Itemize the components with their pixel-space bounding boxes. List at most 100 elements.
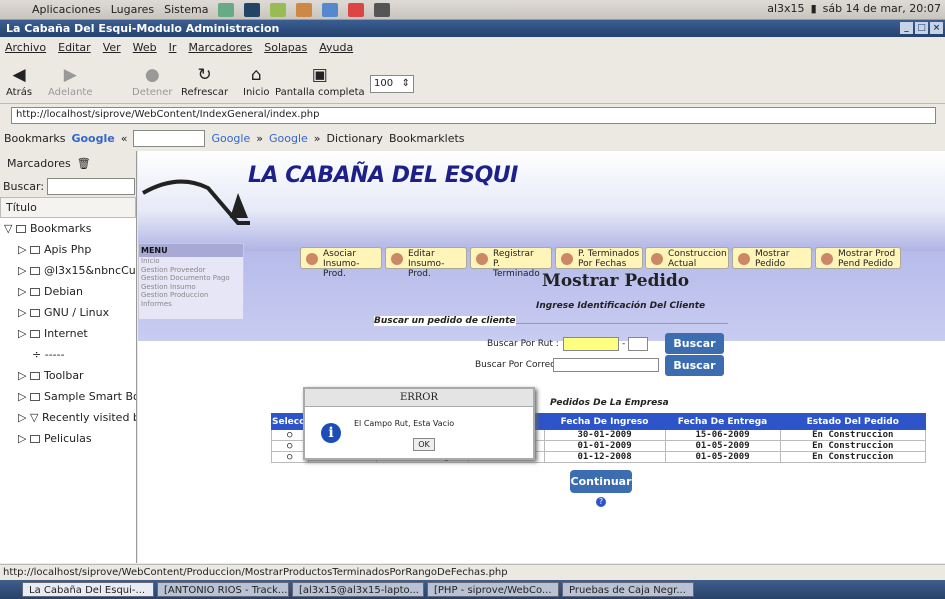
menu-marcadores[interactable]: Marcadores [188,41,252,54]
launcher-icon[interactable] [218,2,235,17]
launcher-icon[interactable] [374,2,391,17]
tree-item[interactable]: ▷ @l3x15&nbncCu3 [0,260,136,281]
site-menu-header: MENU [139,244,243,257]
sidebar-search-input[interactable] [47,177,136,195]
nav-terminados-button[interactable]: P. Terminados Por Fechas [555,247,643,269]
error-dialog: ERROR i El Campo Rut, Esta Vacio OK [303,387,535,460]
panel-menu-applications[interactable]: Aplicaciones [32,3,101,16]
menu-ayuda[interactable]: Ayuda [319,41,353,54]
tree-item[interactable]: ▷ Peliculas [0,428,136,449]
maximize-icon[interactable]: □ [915,22,928,34]
menu-web[interactable]: Web [133,41,157,54]
taskbar-item[interactable]: La Cabaña Del Esqui-... [22,582,154,597]
rut-dv-input[interactable] [628,337,648,351]
nav-icon [651,253,663,265]
folder-icon [29,309,40,317]
site-menu-item[interactable]: Gestion Proveedor [139,266,243,275]
panel-user: al3x15 [767,2,805,15]
bookmarks-chevron[interactable]: « [121,132,128,145]
taskbar-item[interactable]: [PHP - siprove/WebCo... [427,582,559,597]
site-menu-item[interactable]: Inicio [139,257,243,266]
navigation-toolbar: ◀ Atrás ▶ Adelante ● Detener ↻ Refrescar ⌂ In… [0,57,945,104]
buscar-rut-button[interactable]: Buscar [665,333,724,354]
tree-item[interactable]: ▷ GNU / Linux [0,302,136,323]
nav-registrar-button[interactable]: Registrar P. Terminado [470,247,552,279]
help-icon[interactable]: ? [596,497,606,507]
tree-item[interactable]: ▷ Debian [0,281,136,302]
tree-separator: ÷ ----- [32,348,65,361]
menu-editar[interactable]: Editar [58,41,91,54]
ok-button[interactable]: OK [413,438,435,451]
site-menu-item[interactable]: Gestion Produccion [139,291,243,300]
word-icon[interactable] [244,2,261,17]
launcher-icon[interactable] [348,2,365,17]
google-images-link[interactable]: Google [211,132,250,145]
folder-icon [29,372,40,380]
home-icon: ⌂ [250,65,262,85]
window-titlebar[interactable]: La Cabaña Del Esqui-Modulo Administracio… [0,20,945,37]
nav-mostrar-pedido-button[interactable]: Mostrar Pedido [732,247,812,269]
google-search-input[interactable] [133,129,206,147]
tree-item[interactable]: ▷ Internet [0,323,136,344]
menu-ver[interactable]: Ver [103,41,121,54]
forward-button[interactable]: ▶ Adelante [48,63,92,98]
bookmarklets-link[interactable]: Bookmarklets [389,132,465,145]
menubar: Archivo Editar Ver Web Ir Marcadores Sol… [0,37,945,57]
taskbar-item[interactable]: [ANTONIO RIOS - Track... [157,582,289,597]
tree-item[interactable]: ▽ Bookmarks [0,218,136,239]
fullscreen-button[interactable]: ▣ Pantalla completa [275,63,365,98]
bookmarks-toolbar: Bookmarks Google « Google » Google » Dic… [0,127,945,149]
page-subtitle: Ingrese Identificación Del Cliente [536,301,706,311]
folder-icon [29,246,40,254]
bookmarks-separator: » [256,131,263,145]
nav-icon [561,253,573,265]
dictionary-link[interactable]: Dictionary [327,132,383,145]
table-caption: Pedidos De La Empresa [550,398,669,408]
menu-ir[interactable]: Ir [169,41,177,54]
panel-menu-system[interactable]: Sistema [164,3,208,16]
site-menu-item[interactable]: Gestion Insumo [139,283,243,292]
spinner-arrows-icon[interactable]: ⇕ [402,78,410,89]
menu-solapas[interactable]: Solapas [264,41,307,54]
url-bar: http://localhost/siprove/WebContent/Inde… [0,105,945,126]
sidebar-header[interactable]: Marcadores [7,157,71,170]
tree-item[interactable]: ▷ Toolbar [0,365,136,386]
launcher-icon[interactable] [296,2,313,17]
nav-asociar-button[interactable]: Asociar Insumo-Prod. [300,247,382,279]
site-menu-item[interactable]: Gestion Documento Pago [139,274,243,283]
stop-button[interactable]: ● Detener [132,63,173,98]
bookmarks-menu[interactable]: Bookmarks [4,132,65,145]
continue-button[interactable]: Continuar [570,470,632,493]
rut-input[interactable] [563,337,619,351]
minimize-icon[interactable]: _ [900,22,913,34]
window-title: La Cabaña Del Esqui-Modulo Administracio… [6,22,280,35]
panel-menu-places[interactable]: Lugares [111,3,154,16]
zoom-spinner[interactable]: 100 ⇕ [370,75,414,93]
close-icon[interactable]: × [930,22,943,34]
taskbar-item[interactable]: [al3x15@al3x15-lapto... [292,582,424,597]
menu-archivo[interactable]: Archivo [5,41,46,54]
google-images-link-2[interactable]: Google [269,132,308,145]
reload-button[interactable]: ↻ Refrescar [181,63,228,98]
url-input[interactable]: http://localhost/siprove/WebContent/Inde… [11,107,936,124]
nav-mostrar-prod-button[interactable]: Mostrar Prod Pend Pedido [815,247,901,269]
page-title: Mostrar Pedido [542,271,690,291]
sidebar-column-title[interactable]: Título [0,197,136,218]
email-input[interactable] [553,358,659,372]
panel-clock[interactable]: sáb 14 de mar, 20:07 [823,2,941,15]
nav-icon [821,253,833,265]
launcher-icon[interactable] [270,2,287,17]
nav-construccion-button[interactable]: Construccion Actual [645,247,729,269]
trash-icon[interactable]: 🗑 [77,157,91,170]
taskbar-item[interactable]: Pruebas de Caja Negr... [562,582,694,597]
site-menu-item[interactable]: Informes [139,300,243,309]
tree-item[interactable]: ▷ Apis Php [0,239,136,260]
buscar-email-button[interactable]: Buscar [665,355,724,376]
back-arrow-icon: ◀ [12,65,26,85]
back-button[interactable]: ◀ Atrás [6,63,32,98]
tree-item[interactable]: ▷ Sample Smart Bo [0,386,136,407]
launcher-icon[interactable] [322,2,339,17]
nav-editar-button[interactable]: Editar Insumo-Prod. [385,247,467,279]
home-button[interactable]: ⌂ Inicio [243,63,269,98]
tree-item[interactable]: ▷ ▽ Recently visited bc [0,407,136,428]
